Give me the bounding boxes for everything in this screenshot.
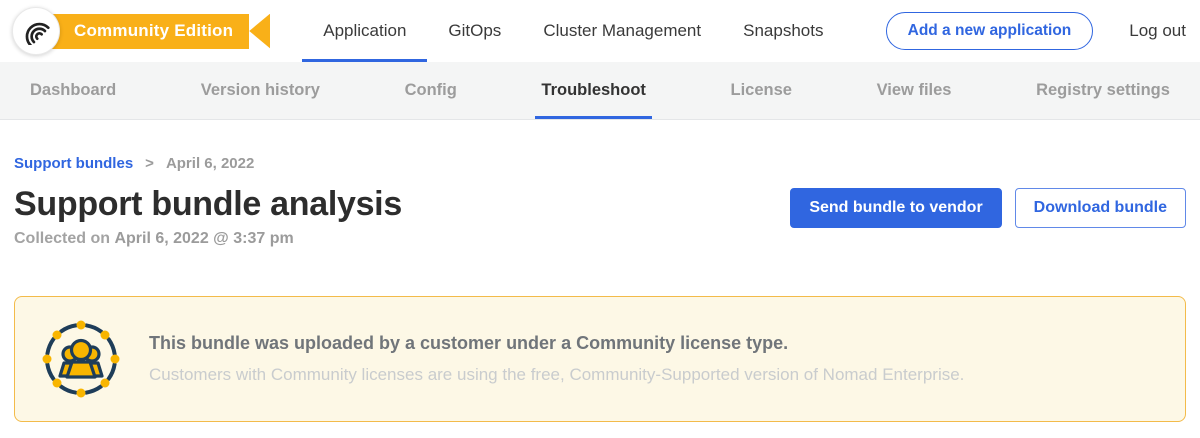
breadcrumb-current: April 6, 2022	[166, 155, 254, 172]
badge-label: Community Edition	[52, 14, 249, 49]
wave-mark-icon	[23, 18, 50, 45]
breadcrumb: Support bundles > April 6, 2022	[14, 155, 1186, 172]
subnav-config[interactable]: Config	[405, 62, 457, 119]
subnav-version-history[interactable]: Version history	[201, 62, 320, 119]
collected-prefix: Collected on	[14, 230, 114, 247]
topnav-right: Add a new application Log out	[886, 0, 1200, 62]
download-bundle-button[interactable]: Download bundle	[1015, 188, 1186, 228]
subnav-dashboard[interactable]: Dashboard	[30, 62, 116, 119]
topnav-items: Application GitOps Cluster Management Sn…	[302, 0, 844, 62]
title-block: Support bundle analysis Collected on Apr…	[14, 185, 402, 248]
subnav-license[interactable]: License	[731, 62, 792, 119]
subnav-view-files[interactable]: View files	[877, 62, 952, 119]
brand: Community Edition	[12, 0, 270, 62]
bundle-actions: Send bundle to vendor Download bundle	[790, 185, 1186, 228]
top-navbar: Community Edition Application GitOps Clu…	[0, 0, 1200, 62]
breadcrumb-separator: >	[145, 155, 154, 172]
banner-heading: This bundle was uploaded by a customer u…	[149, 333, 964, 354]
banner-text: This bundle was uploaded by a customer u…	[149, 333, 964, 385]
community-people-icon	[41, 319, 121, 399]
collected-timestamp: Collected on April 6, 2022 @ 3:37 pm	[14, 230, 402, 248]
title-row: Support bundle analysis Collected on Apr…	[14, 185, 1186, 248]
tab-snapshots[interactable]: Snapshots	[722, 0, 844, 62]
add-new-application-button[interactable]: Add a new application	[886, 12, 1094, 50]
app-subnav: Dashboard Version history Config Trouble…	[0, 62, 1200, 120]
community-edition-badge: Community Edition	[52, 14, 270, 49]
tab-gitops[interactable]: GitOps	[427, 0, 522, 62]
badge-ribbon-tail	[249, 14, 270, 49]
subnav-troubleshoot[interactable]: Troubleshoot	[541, 62, 646, 119]
breadcrumb-support-bundles-link[interactable]: Support bundles	[14, 155, 133, 172]
main-content: Support bundles > April 6, 2022 Support …	[0, 155, 1200, 422]
tab-application[interactable]: Application	[302, 0, 427, 62]
community-license-banner: This bundle was uploaded by a customer u…	[14, 296, 1186, 422]
subnav-registry-settings[interactable]: Registry settings	[1036, 62, 1170, 119]
replicated-logo-icon[interactable]	[12, 7, 60, 55]
tab-cluster-management[interactable]: Cluster Management	[522, 0, 722, 62]
collected-date: April 6, 2022 @ 3:37 pm	[114, 230, 293, 247]
logout-link[interactable]: Log out	[1129, 21, 1186, 41]
page-title: Support bundle analysis	[14, 185, 402, 224]
send-bundle-to-vendor-button[interactable]: Send bundle to vendor	[790, 188, 1001, 228]
banner-subtext: Customers with Community licenses are us…	[149, 365, 964, 385]
